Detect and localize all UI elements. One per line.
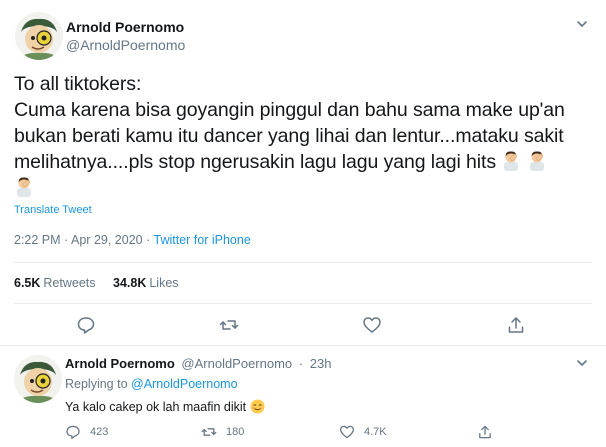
tweet-meta: 2:22 PM · Apr 29, 2020 · Twitter for iPh…: [14, 233, 251, 247]
reply-retweet-button[interactable]: 180: [201, 424, 244, 440]
tweet-text-line: melihatnya....pls stop ngerusakin lagu l…: [14, 151, 496, 173]
divider: [14, 262, 592, 263]
meta-separator: ·: [146, 233, 151, 247]
retweets-count: 6.5K: [14, 276, 41, 290]
divider: [0, 345, 606, 346]
author-name[interactable]: Arnold Poernomo: [66, 19, 184, 35]
author-handle[interactable]: @ArnoldPoernomo: [66, 37, 185, 53]
replying-to: Replying to @ArnoldPoernomo: [65, 377, 238, 391]
reply-time[interactable]: 23h: [310, 356, 332, 371]
tweet-text-line: Cuma karena bisa goyangin pinggul dan ba…: [14, 99, 565, 121]
replying-prefix: Replying to: [65, 377, 128, 391]
chevron-down-icon[interactable]: [574, 355, 590, 371]
reply-reply-button[interactable]: 423: [65, 424, 108, 440]
likes-stat[interactable]: 34.8K Likes: [113, 276, 179, 290]
tweet-stats: 6.5K Retweets 34.8K Likes: [14, 276, 193, 290]
tweet-text-line: [14, 175, 594, 201]
retweet-count: 180: [226, 426, 245, 438]
reply-icon[interactable]: [76, 315, 96, 335]
tweet-text-line-with-emoji: melihatnya....pls stop ngerusakin lagu l…: [14, 149, 594, 175]
reply-like-button[interactable]: 4.7K: [339, 424, 387, 440]
likes-count: 34.8K: [113, 276, 147, 290]
retweets-label: Retweets: [43, 276, 96, 290]
reply-count: 423: [90, 426, 109, 438]
reply-icon: [65, 424, 81, 440]
reply-text: Ya kalo cakep ok lah maafin dikit: [65, 399, 265, 414]
chevron-down-icon[interactable]: [574, 16, 590, 32]
like-icon: [339, 424, 355, 440]
share-icon: [477, 424, 493, 440]
divider: [14, 303, 592, 304]
reply-header: Arnold Poernomo @ArnoldPoernomo · 23h: [65, 356, 331, 371]
meta-separator: ·: [64, 233, 69, 247]
tweet-text: To all tiktokers: Cuma karena bisa goyan…: [14, 71, 594, 201]
tweet-source-link[interactable]: Twitter for iPhone: [154, 233, 251, 247]
tweet-text-line: bukan berati kamu itu dancer yang lihai …: [14, 125, 564, 147]
reply-separator: ·: [298, 356, 304, 371]
reply-author-handle[interactable]: @ArnoldPoernomo: [181, 356, 292, 371]
retweet-icon[interactable]: [219, 315, 239, 335]
replying-to-handle[interactable]: @ArnoldPoernomo: [131, 377, 238, 391]
reply-text-body: Ya kalo cakep ok lah maafin dikit: [65, 400, 247, 414]
man-facepalming-emoji: [14, 175, 34, 197]
likes-label: Likes: [149, 276, 179, 290]
tweet-time[interactable]: 2:22 PM: [14, 233, 61, 247]
relieved-face-emoji: [250, 399, 265, 414]
translate-tweet-link[interactable]: Translate Tweet: [14, 204, 92, 216]
man-facepalming-emoji: [527, 149, 547, 171]
reply-author-name[interactable]: Arnold Poernomo: [65, 356, 175, 371]
like-count: 4.7K: [364, 426, 387, 438]
tweet-thread: Arnold Poernomo @ArnoldPoernomo To all t…: [0, 0, 606, 447]
author-avatar[interactable]: [15, 12, 63, 60]
retweet-icon: [201, 424, 217, 440]
tweet-date[interactable]: Apr 29, 2020: [71, 233, 143, 247]
tweet-text-line: To all tiktokers:: [14, 73, 142, 95]
retweets-stat[interactable]: 6.5K Retweets: [14, 276, 96, 290]
like-icon[interactable]: [362, 315, 382, 335]
man-facepalming-emoji: [501, 149, 521, 171]
reply-share-button[interactable]: [477, 424, 493, 440]
reply-author-avatar[interactable]: [14, 355, 62, 403]
share-icon[interactable]: [506, 315, 526, 335]
